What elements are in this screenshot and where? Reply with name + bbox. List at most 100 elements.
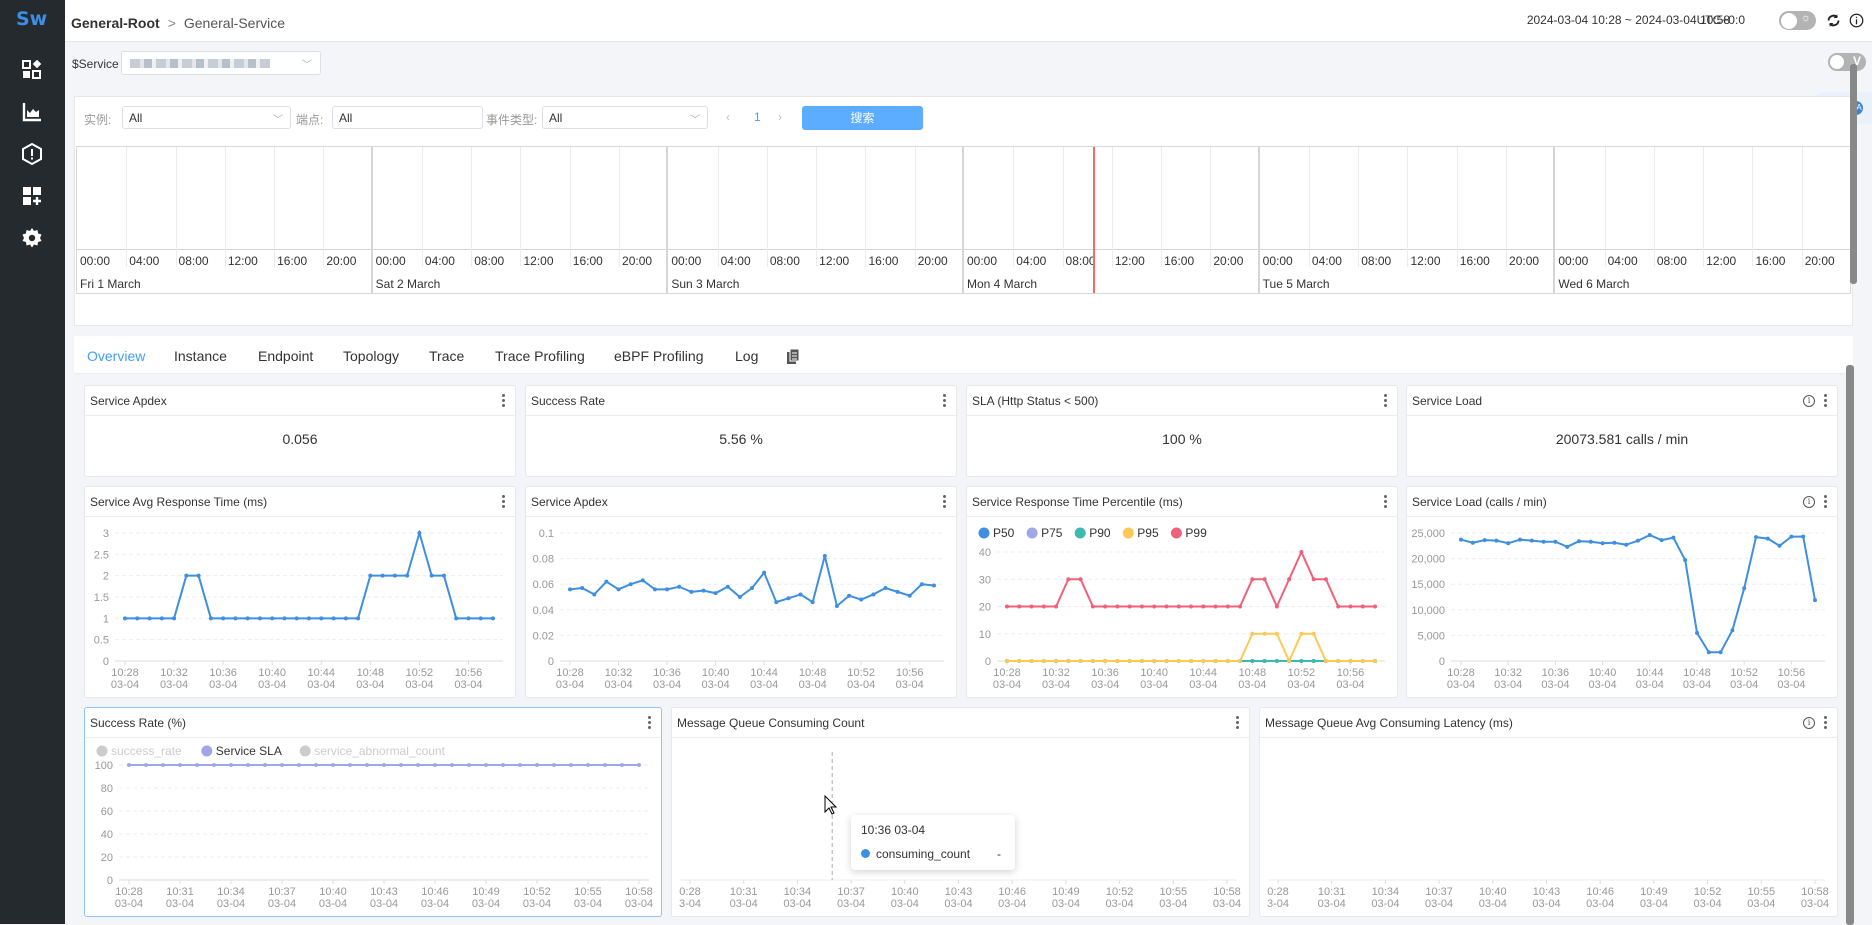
data-point [1742,586,1747,591]
more-menu-icon[interactable] [943,494,947,510]
tab-topology[interactable]: Topology [343,348,399,364]
x-tick-label: 0:28 [1267,886,1288,898]
y-tick-label: 30 [979,574,991,586]
data-point [1066,659,1071,663]
info-icon[interactable] [1849,13,1864,28]
service-load-value: 20073.581 calls / min [1555,431,1689,447]
more-menu-icon[interactable] [648,715,652,731]
data-point [147,616,152,621]
tab-instance[interactable]: Instance [174,348,227,364]
timeline-hour-line [274,147,276,267]
chart-svg[interactable]: 00.020.040.060.080.110:2803-0410:3203-04… [526,517,956,697]
chart-svg[interactable]: P50 P75 P90 P95 P9901020304010:2803-0410:320… [967,517,1397,697]
x-tick-sublabel: 3-04 [1267,898,1289,910]
x-tick-label: 10:46 [421,886,449,898]
timezone-label[interactable]: UTC+0:0 [1697,13,1745,27]
y-tick-label: 2.5 [94,549,109,561]
v-toggle[interactable]: V [1828,53,1866,71]
data-point [1176,604,1181,609]
timeline-hour-label: 20:00 [622,254,653,268]
prev-page-button[interactable]: ‹ [726,110,730,124]
x-tick-label: 10:52 [1288,667,1316,679]
data-point [450,763,454,767]
settings-icon[interactable] [20,226,44,250]
tab-trace[interactable]: Trace [429,348,464,364]
more-menu-icon[interactable] [1824,715,1828,731]
x-tick-sublabel: 03-04 [944,898,972,910]
data-point [229,763,233,767]
card-service-load-value: Service Load i 20073.581 calls / min [1406,385,1838,477]
more-menu-icon[interactable] [1236,715,1240,731]
event-timeline[interactable]: Fri 1 March 00:00 04:00 08:00 12:00 16:00 20:0… [76,146,1851,294]
data-point [501,763,505,767]
theme-toggle[interactable]: ☼ [1779,11,1816,30]
chart-svg[interactable]: 05,00010,00015,00020,00025,00010:2803-04… [1407,517,1837,697]
data-point [1287,659,1292,663]
more-menu-icon[interactable] [1384,393,1388,409]
chart-title: Message Queue Consuming Count [677,716,865,730]
event-type-select[interactable]: All ﹀ [542,106,708,129]
data-point [405,573,410,578]
more-menu-icon[interactable] [502,494,506,510]
more-menu-icon[interactable] [943,393,947,409]
copy-icon[interactable] [786,349,800,365]
dashboard-scrollbar[interactable] [1846,365,1854,925]
tab-trace-profiling[interactable]: Trace Profiling [495,348,585,364]
event-panel: 实例: All ﹀ 端点: All 事件类型: All ﹀ ‹ 1 › 搜索 Fri… [74,96,1853,326]
instance-label: 实例: [84,113,112,127]
refresh-icon[interactable] [1826,13,1841,28]
info-icon[interactable]: i [1803,717,1815,729]
chart-svg[interactable]: success_rate Service SLA service_abnormal_… [85,738,661,916]
x-tick-label: 10:43 [945,886,973,898]
y-tick-label: 0 [548,656,554,668]
x-tick-label: 10:32 [160,667,188,679]
timeline-day-label: Wed 6 March [1558,277,1630,291]
breadcrumb-root[interactable]: General-Root [71,15,160,31]
timeline-hour-label: 12:00 [1706,254,1737,268]
data-point [208,616,213,621]
tab-overview[interactable]: Overview [87,348,145,364]
timeline-day: Fri 1 March 00:00 04:00 08:00 12:00 16:00 20:0… [77,147,373,293]
breadcrumb-current: General-Service [183,15,286,31]
chart-svg[interactable]: 00.511.522.5310:2803-0410:3203-0410:3603… [85,517,515,697]
page-scrollbar[interactable] [1850,64,1857,284]
data-point [307,616,311,621]
x-tick-label: 10:55 [574,886,602,898]
more-menu-icon[interactable] [502,393,506,409]
metrics-chart-icon[interactable] [20,100,44,124]
tab-ebpf-profiling[interactable]: eBPF Profiling [614,348,703,364]
x-tick-label: 10:28 [1447,667,1475,679]
x-tick-label: 10:55 [1748,886,1776,898]
instance-select[interactable]: All ﹀ [122,106,291,129]
alert-icon[interactable] [20,142,44,166]
tab-endpoint[interactable]: Endpoint [258,348,313,364]
chart-svg[interactable]: 0:283-0410:3103-0410:3403-0410:3703-0410… [1260,738,1837,916]
data-point [1636,538,1640,543]
tab-log[interactable]: Log [735,348,758,364]
service-select[interactable]: ﹀ [121,51,321,75]
more-menu-icon[interactable] [1384,494,1388,510]
dashboard-icon[interactable] [20,58,44,82]
more-menu-icon[interactable] [1824,494,1828,510]
skywalking-logo[interactable]: Sw [16,8,47,30]
data-point [1238,659,1243,663]
data-point [616,587,621,592]
info-icon[interactable]: i [1803,496,1815,508]
card-sla-value: SLA (Http Status < 500) 100 % [966,385,1398,477]
data-point [871,592,876,597]
timeline-hour-line [1111,147,1113,267]
timeline-hour-line [421,147,423,267]
data-point [1115,659,1120,663]
data-point [1164,659,1169,663]
endpoint-input[interactable]: All [332,106,483,129]
page-number[interactable]: 1 [754,110,761,124]
info-icon[interactable]: i [1803,395,1815,407]
search-button[interactable]: 搜索 [802,106,923,130]
next-page-button[interactable]: › [778,110,782,124]
add-widget-icon[interactable] [20,184,44,208]
data-point [1336,604,1341,609]
x-tick-sublabel: 03-04 [847,679,875,691]
more-menu-icon[interactable] [1824,393,1828,409]
timeline-day-label: Tue 5 March [1262,277,1330,291]
data-point [1262,631,1267,636]
